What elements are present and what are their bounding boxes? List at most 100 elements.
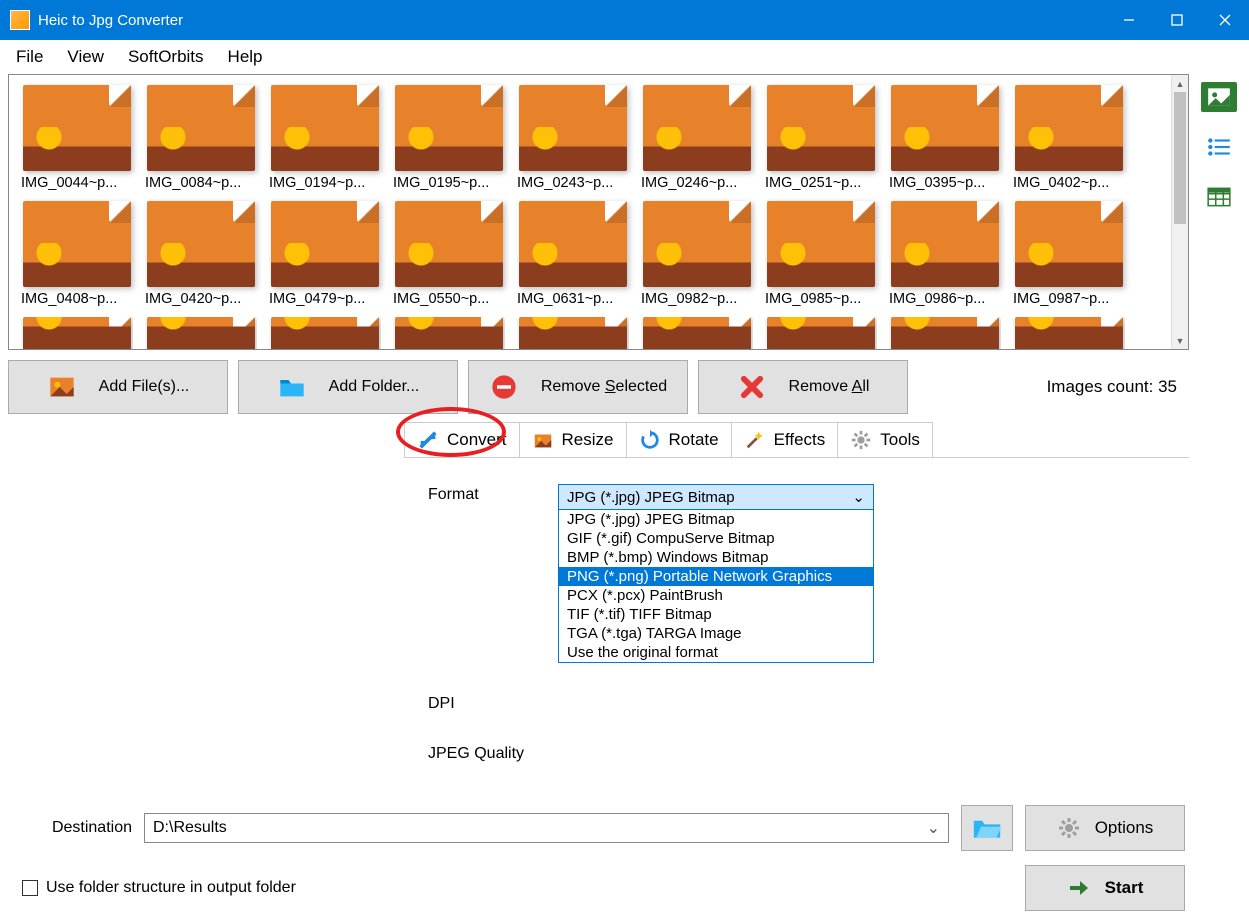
format-combo[interactable]: JPG (*.jpg) JPEG Bitmap ⌄ JPG (*.jpg) JP…: [558, 484, 874, 663]
tab-tools[interactable]: Tools: [838, 422, 933, 457]
tab-effects[interactable]: Effects: [732, 422, 839, 457]
add-folder-label: Add Folder...: [329, 378, 420, 396]
image-file-icon: [643, 201, 751, 287]
add-files-button[interactable]: Add File(s)...: [8, 360, 228, 414]
image-file-icon: [519, 201, 627, 287]
thumbnail-item[interactable]: IMG_0044~p...: [21, 85, 133, 197]
remove-all-button[interactable]: Remove All: [698, 360, 908, 414]
chevron-down-icon: ⌄: [927, 818, 940, 838]
format-option[interactable]: Use the original format: [559, 643, 873, 662]
image-file-icon: [271, 85, 379, 171]
format-dropdown-list[interactable]: JPG (*.jpg) JPEG BitmapGIF (*.gif) Compu…: [558, 510, 874, 663]
gear-icon: [1057, 816, 1081, 840]
thumbnail-item[interactable]: IMG_0408~p...: [21, 201, 133, 313]
format-option[interactable]: PCX (*.pcx) PaintBrush: [559, 586, 873, 605]
destination-combo[interactable]: D:\Results ⌄: [144, 813, 949, 843]
bottom-bar: Destination D:\Results ⌄ Options Use fol…: [8, 797, 1189, 921]
format-option[interactable]: PNG (*.png) Portable Network Graphics: [559, 567, 873, 586]
menu-softorbits[interactable]: SoftOrbits: [116, 41, 216, 73]
thumbnail-item[interactable]: IMG_0402~p...: [1013, 85, 1125, 197]
format-selected[interactable]: JPG (*.jpg) JPEG Bitmap ⌄: [558, 484, 874, 510]
browse-folder-button[interactable]: [961, 805, 1013, 851]
image-file-icon: [23, 317, 131, 350]
thumbnail-item[interactable]: IMG_0479~p...: [269, 201, 381, 313]
thumbnail-item[interactable]: [1013, 317, 1125, 350]
thumbnail-item[interactable]: IMG_0395~p...: [889, 85, 1001, 197]
options-label: Options: [1095, 818, 1154, 838]
image-file-icon: [147, 85, 255, 171]
thumbnail-item[interactable]: IMG_0195~p...: [393, 85, 505, 197]
format-selected-text: JPG (*.jpg) JPEG Bitmap: [567, 489, 735, 506]
view-grid-button[interactable]: [1201, 182, 1237, 212]
remove-selected-button[interactable]: Remove Selected: [468, 360, 688, 414]
add-folder-button[interactable]: Add Folder...: [238, 360, 458, 414]
thumbnail-item[interactable]: IMG_0982~p...: [641, 201, 753, 313]
chevron-down-icon: ⌄: [852, 488, 865, 506]
images-count: Images count: 35: [1047, 377, 1189, 397]
thumbnail-item[interactable]: [269, 317, 381, 350]
thumbnail-item[interactable]: [889, 317, 1001, 350]
maximize-button[interactable]: [1153, 0, 1201, 40]
image-file-icon: [271, 317, 379, 350]
image-file-icon: [891, 85, 999, 171]
thumbnail-item[interactable]: IMG_0987~p...: [1013, 201, 1125, 313]
thumbnail-item[interactable]: [765, 317, 877, 350]
thumbnail-label: IMG_0408~p...: [21, 287, 133, 313]
use-folder-structure-checkbox[interactable]: Use folder structure in output folder: [22, 879, 296, 897]
thumbnail-label: IMG_0194~p...: [269, 171, 381, 197]
scrollbar-vertical[interactable]: ▲ ▼: [1171, 75, 1188, 349]
add-files-label: Add File(s)...: [99, 378, 190, 396]
thumbnail-item[interactable]: [21, 317, 133, 350]
thumbnail-item[interactable]: [393, 317, 505, 350]
image-file-icon: [23, 201, 131, 287]
image-file-icon: [271, 201, 379, 287]
format-option[interactable]: TGA (*.tga) TARGA Image: [559, 624, 873, 643]
thumbnail-item[interactable]: [641, 317, 753, 350]
menu-help[interactable]: Help: [216, 41, 275, 73]
thumbnail-item[interactable]: [145, 317, 257, 350]
thumbnail-item[interactable]: [517, 317, 629, 350]
thumbnail-item[interactable]: IMG_0985~p...: [765, 201, 877, 313]
convert-icon: [417, 429, 439, 451]
close-button[interactable]: [1201, 0, 1249, 40]
tab-resize-label: Resize: [562, 430, 614, 450]
thumbnail-label: IMG_0550~p...: [393, 287, 505, 313]
thumbnail-label: IMG_0986~p...: [889, 287, 1001, 313]
options-button[interactable]: Options: [1025, 805, 1185, 851]
app-icon: [10, 10, 30, 30]
start-button[interactable]: Start: [1025, 865, 1185, 911]
thumbnail-item[interactable]: IMG_0246~p...: [641, 85, 753, 197]
format-option[interactable]: TIF (*.tif) TIFF Bitmap: [559, 605, 873, 624]
minimize-button[interactable]: [1105, 0, 1153, 40]
image-file-icon: [519, 85, 627, 171]
view-thumbnails-button[interactable]: [1201, 82, 1237, 112]
tab-resize[interactable]: Resize: [520, 422, 627, 457]
thumbnail-item[interactable]: IMG_0631~p...: [517, 201, 629, 313]
titlebar: Heic to Jpg Converter: [0, 0, 1249, 40]
menu-view[interactable]: View: [55, 41, 116, 73]
thumbnail-item[interactable]: IMG_0194~p...: [269, 85, 381, 197]
thumbnail-item[interactable]: IMG_0251~p...: [765, 85, 877, 197]
thumbnail-item[interactable]: IMG_0084~p...: [145, 85, 257, 197]
menubar: File View SoftOrbits Help: [0, 40, 1249, 74]
format-option[interactable]: GIF (*.gif) CompuServe Bitmap: [559, 529, 873, 548]
use-folder-structure-label: Use folder structure in output folder: [46, 879, 296, 897]
thumbnail-item[interactable]: IMG_0243~p...: [517, 85, 629, 197]
list-icon: [1206, 135, 1232, 159]
tab-rotate[interactable]: Rotate: [627, 422, 732, 457]
format-option[interactable]: JPG (*.jpg) JPEG Bitmap: [559, 510, 873, 529]
checkbox-box[interactable]: [22, 880, 38, 896]
view-list-button[interactable]: [1201, 132, 1237, 162]
format-option[interactable]: BMP (*.bmp) Windows Bitmap: [559, 548, 873, 567]
thumbnail-item[interactable]: IMG_0986~p...: [889, 201, 1001, 313]
remove-selected-label: Remove Selected: [541, 378, 667, 396]
scroll-up-icon[interactable]: ▲: [1172, 75, 1188, 92]
menu-file[interactable]: File: [4, 41, 55, 73]
thumbnail-label: IMG_0420~p...: [145, 287, 257, 313]
tab-convert[interactable]: Convert: [404, 422, 520, 457]
scrollbar-handle[interactable]: [1174, 92, 1186, 224]
scroll-down-icon[interactable]: ▼: [1172, 332, 1188, 349]
window-title: Heic to Jpg Converter: [38, 12, 183, 29]
thumbnail-item[interactable]: IMG_0420~p...: [145, 201, 257, 313]
thumbnail-item[interactable]: IMG_0550~p...: [393, 201, 505, 313]
